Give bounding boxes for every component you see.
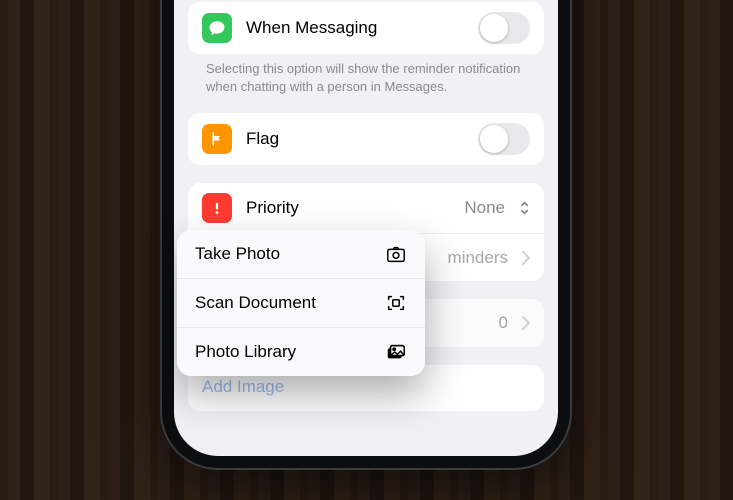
list-value: minders (448, 248, 508, 268)
flag-group: Flag (188, 113, 544, 165)
priority-value: None (464, 198, 505, 218)
camera-icon (385, 243, 407, 265)
messaging-group: When Messaging (188, 2, 544, 54)
priority-icon (202, 193, 232, 223)
flag-row[interactable]: Flag (188, 113, 544, 165)
when-messaging-toggle[interactable] (478, 12, 530, 44)
when-messaging-row[interactable]: When Messaging (188, 2, 544, 54)
updown-icon (519, 200, 530, 216)
menu-photo-library[interactable]: Photo Library (177, 328, 425, 376)
messaging-footer-note: Selecting this option will show the remi… (188, 54, 544, 95)
image-source-menu: Take Photo Scan Document Photo Library (177, 230, 425, 376)
priority-label: Priority (246, 198, 450, 218)
messages-icon (202, 13, 232, 43)
menu-scan-document[interactable]: Scan Document (177, 279, 425, 328)
photo-library-icon (385, 341, 407, 363)
chevron-right-icon (522, 251, 530, 265)
flag-toggle[interactable] (478, 123, 530, 155)
menu-item-label: Scan Document (195, 293, 371, 313)
chevron-right-icon (522, 316, 530, 330)
flag-icon (202, 124, 232, 154)
menu-item-label: Photo Library (195, 342, 371, 362)
menu-take-photo[interactable]: Take Photo (177, 230, 425, 279)
priority-row[interactable]: Priority None (188, 183, 544, 233)
flag-label: Flag (246, 129, 464, 149)
subtasks-value: 0 (499, 313, 508, 333)
when-messaging-label: When Messaging (246, 18, 464, 38)
scan-icon (385, 292, 407, 314)
screen: When Messaging Selecting this option wil… (174, 0, 558, 456)
menu-item-label: Take Photo (195, 244, 371, 264)
